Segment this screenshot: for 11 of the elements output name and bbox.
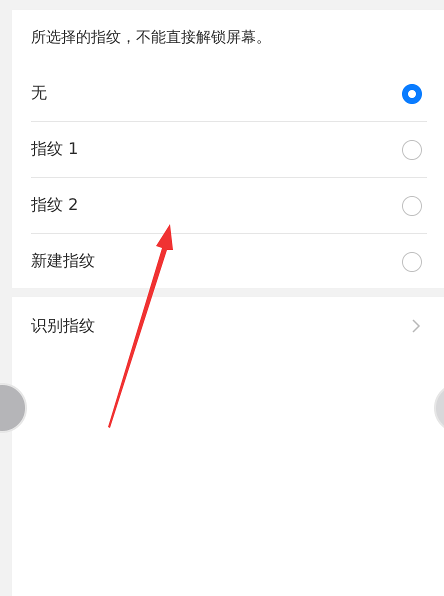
option-label: 指纹 2	[31, 195, 78, 216]
option-label: 无	[31, 83, 47, 104]
chevron-icon	[411, 318, 421, 334]
radio-button[interactable]	[402, 196, 422, 216]
radio-button[interactable]	[402, 84, 422, 104]
option-label: 新建指纹	[31, 251, 95, 272]
radio-button[interactable]	[402, 140, 422, 160]
entry-label[interactable]: 识别指纹	[31, 316, 95, 336]
radio-button[interactable]	[402, 252, 422, 272]
notice-text: 所选择的指纹，不能直接解锁屏幕。	[31, 27, 272, 48]
option-label: 指纹 1	[31, 139, 78, 160]
